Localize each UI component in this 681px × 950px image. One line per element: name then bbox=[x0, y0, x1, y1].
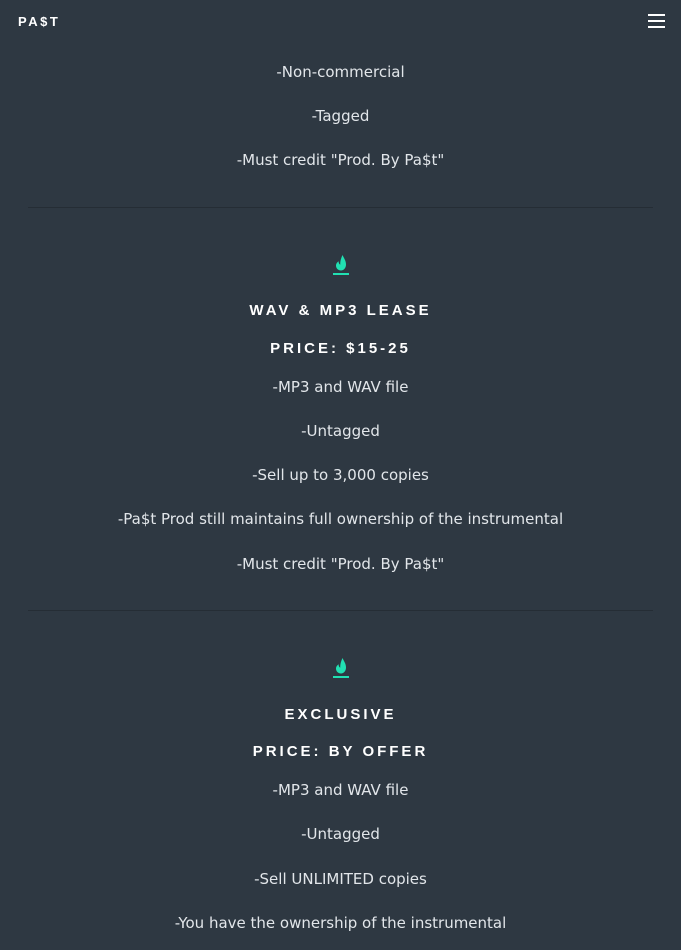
section-divider bbox=[28, 610, 653, 611]
section-divider bbox=[28, 207, 653, 208]
tier-price: PRICE: BY OFFER bbox=[252, 743, 429, 760]
tier-feature: -MP3 and WAV file bbox=[272, 781, 409, 799]
tier-feature: -Non-commercial bbox=[276, 63, 405, 81]
tier-feature: -Pa$t Prod still maintains full ownershi… bbox=[117, 510, 564, 528]
tier-feature: -Untagged bbox=[301, 825, 380, 843]
tier-feature: -Tagged bbox=[311, 107, 370, 125]
top-header: PA$T bbox=[0, 0, 681, 44]
tier-feature: -You have the ownership of the instrumen… bbox=[174, 914, 507, 932]
menu-bar bbox=[648, 26, 665, 28]
tier-feature: -Must credit "Prod. By Pa$t" bbox=[236, 555, 445, 573]
tier-feature: -Untagged bbox=[301, 422, 380, 440]
tier-title: WAV & MP3 LEASE bbox=[249, 302, 432, 319]
flame-icon bbox=[333, 658, 349, 678]
flame-icon bbox=[333, 255, 349, 275]
tier-feature: -Sell UNLIMITED copies bbox=[254, 870, 427, 888]
tier-price: PRICE: $15-25 bbox=[270, 340, 411, 357]
tier-title: EXCLUSIVE bbox=[284, 706, 397, 723]
tier-feature: -MP3 and WAV file bbox=[272, 378, 409, 396]
menu-bar bbox=[648, 20, 665, 22]
tier-feature: -Sell up to 3,000 copies bbox=[252, 466, 429, 484]
hamburger-menu-icon[interactable] bbox=[648, 13, 665, 29]
tier-feature: -Must credit "Prod. By Pa$t" bbox=[236, 151, 445, 169]
menu-bar bbox=[648, 14, 665, 16]
site-logo[interactable]: PA$T bbox=[18, 14, 60, 29]
